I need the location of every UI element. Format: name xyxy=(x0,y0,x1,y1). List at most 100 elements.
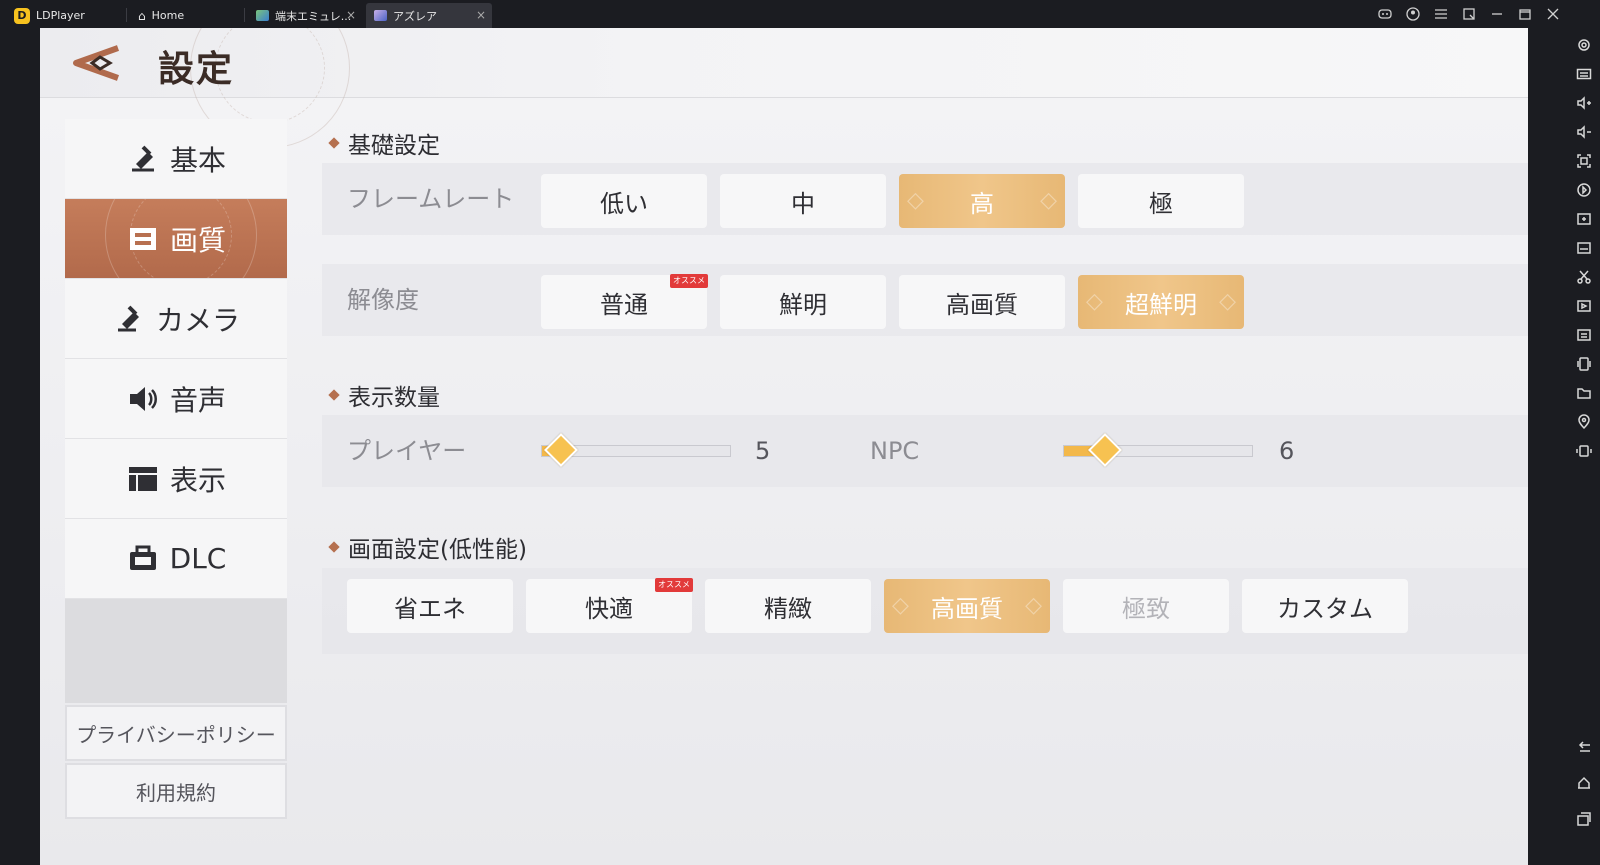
player-count-slider[interactable] xyxy=(541,433,731,467)
screen-preset-row: 省エネ 快適 オススメ 精緻 高画質 極致 カスタム xyxy=(322,568,1528,654)
resolution-row: 解像度 普通 オススメ 鮮明 高画質 超鮮明 xyxy=(322,264,1528,336)
section-marker-icon xyxy=(328,137,340,149)
framerate-ultra-button[interactable]: 極 xyxy=(1078,174,1244,228)
menu-label: DLC xyxy=(169,542,227,575)
framerate-row: フレームレート 低い 中 高 極 xyxy=(322,163,1528,235)
fullscreen-icon[interactable] xyxy=(1575,152,1593,170)
window-controls xyxy=(1378,0,1560,28)
add-window-icon[interactable] xyxy=(1575,210,1593,228)
menu-item-camera[interactable]: カメラ xyxy=(65,279,287,359)
framerate-high-button[interactable]: 高 xyxy=(899,174,1065,228)
page-title: 設定 xyxy=(158,48,235,90)
app-name: LDPlayer xyxy=(36,9,85,22)
record-icon[interactable] xyxy=(1575,181,1593,199)
hammer-icon xyxy=(126,142,160,176)
recommended-badge: オススメ xyxy=(670,274,708,288)
tab-label: 端末エミュレ... xyxy=(275,9,352,23)
package-icon xyxy=(126,542,160,576)
section-title-screen: 画面設定(低性能) xyxy=(328,530,527,564)
home-icon: ⌂ xyxy=(138,8,146,23)
menu-item-dlc[interactable]: DLC xyxy=(65,519,287,599)
sync-icon[interactable] xyxy=(1575,326,1593,344)
preset-high-quality-button[interactable]: 高画質 xyxy=(884,579,1050,633)
menu-item-basic[interactable]: 基本 xyxy=(65,119,287,199)
menu-label: 画質 xyxy=(169,223,226,257)
section-title-display-count: 表示数量 xyxy=(328,378,440,412)
preset-eco-button[interactable]: 省エネ xyxy=(347,579,513,633)
privacy-policy-link[interactable]: プライバシーポリシー xyxy=(65,705,287,761)
resolution-ultra-clear-button[interactable]: 超鮮明 xyxy=(1078,275,1244,329)
tab-game-active[interactable]: アズレア × xyxy=(366,3,492,28)
back-arrow-icon[interactable] xyxy=(70,42,122,84)
minimize-icon[interactable] xyxy=(1490,7,1504,21)
popout-icon[interactable] xyxy=(1462,7,1476,21)
close-tab-icon[interactable]: × xyxy=(476,8,486,22)
tab-label: アズレア xyxy=(393,9,437,23)
ldplayer-logo-icon: D xyxy=(14,7,30,24)
maximize-icon[interactable] xyxy=(1518,7,1532,21)
section-title-basic: 基礎設定 xyxy=(328,126,440,160)
account-icon[interactable] xyxy=(1406,7,1420,21)
section-marker-icon xyxy=(328,541,340,553)
volume-up-icon[interactable] xyxy=(1575,94,1593,112)
emulator-titlebar: D LDPlayer ⌂ Home 端末エミュレ... × アズレア × xyxy=(0,0,1600,28)
section-title-text: 画面設定(低性能) xyxy=(348,537,527,563)
preset-fine-button[interactable]: 精緻 xyxy=(705,579,871,633)
folder-icon[interactable] xyxy=(1575,384,1593,402)
resolution-normal-button[interactable]: 普通 オススメ xyxy=(541,274,708,329)
menu-item-graphics[interactable]: 画質 xyxy=(65,199,287,279)
framerate-medium-button[interactable]: 中 xyxy=(720,174,886,228)
section-title-text: 基礎設定 xyxy=(348,133,440,159)
menu-label: 基本 xyxy=(169,143,226,177)
rotate-icon[interactable] xyxy=(1575,442,1593,460)
terms-of-use-link[interactable]: 利用規約 xyxy=(65,763,287,819)
keyboard-icon[interactable] xyxy=(1575,65,1593,83)
shake-icon[interactable] xyxy=(1575,355,1593,373)
preset-custom-button[interactable]: カスタム xyxy=(1242,579,1408,633)
preset-extreme-button[interactable]: 極致 xyxy=(1063,579,1229,633)
location-icon[interactable] xyxy=(1575,413,1593,431)
gamepad-icon[interactable] xyxy=(1378,7,1392,21)
tab-label: Home xyxy=(151,9,185,22)
settings-header: 設定 xyxy=(40,28,1528,148)
menu-icon[interactable] xyxy=(1434,7,1448,21)
menu-label: 表示 xyxy=(169,463,226,497)
resolution-label: 解像度 xyxy=(347,286,419,314)
page-thumbnail-icon xyxy=(256,10,269,21)
tab-home[interactable]: ⌂ Home xyxy=(130,3,242,28)
display-count-row: プレイヤー 5 NPC 6 xyxy=(322,415,1528,487)
slider-handle[interactable] xyxy=(1088,433,1123,467)
volume-down-icon[interactable] xyxy=(1575,123,1593,141)
menu-label: 音声 xyxy=(169,383,226,417)
recent-apps-icon[interactable] xyxy=(1575,810,1593,828)
settings-gear-icon[interactable] xyxy=(1575,36,1593,54)
settings-menu: 基本 画質 カメラ 音声 表示 DLC プライバシーポリシー 利用規約 xyxy=(65,119,287,819)
resolution-high-quality-button[interactable]: 高画質 xyxy=(899,275,1065,329)
close-window-icon[interactable] xyxy=(1546,7,1560,21)
video-icon[interactable] xyxy=(1575,297,1593,315)
back-nav-icon[interactable] xyxy=(1575,739,1593,757)
tab-divider xyxy=(244,8,245,22)
apk-install-icon[interactable] xyxy=(1575,239,1593,257)
menu-item-audio[interactable]: 音声 xyxy=(65,359,287,439)
framerate-label: フレームレート xyxy=(347,185,515,213)
section-title-text: 表示数量 xyxy=(348,385,440,411)
framerate-low-button[interactable]: 低い xyxy=(541,174,707,228)
resolution-clear-button[interactable]: 鮮明 xyxy=(720,275,886,329)
npc-count-value: 6 xyxy=(1279,437,1295,465)
scissors-icon[interactable] xyxy=(1575,268,1593,286)
close-tab-icon[interactable]: × xyxy=(346,8,356,22)
slider-handle[interactable] xyxy=(543,433,578,467)
app-tab[interactable]: D LDPlayer xyxy=(6,3,126,28)
tab-divider xyxy=(126,8,127,22)
game-thumbnail-icon xyxy=(374,10,387,21)
player-count-value: 5 xyxy=(755,437,771,465)
tab-emulator-article[interactable]: 端末エミュレ... × xyxy=(248,3,362,28)
display-icon xyxy=(126,462,160,496)
menu-item-display[interactable]: 表示 xyxy=(65,439,287,519)
option-label: 普通 xyxy=(600,290,648,319)
npc-count-slider[interactable] xyxy=(1063,433,1253,467)
menu-label: カメラ xyxy=(155,303,240,337)
home-nav-icon[interactable] xyxy=(1575,774,1593,792)
preset-comfort-button[interactable]: 快適 オススメ xyxy=(526,578,693,633)
